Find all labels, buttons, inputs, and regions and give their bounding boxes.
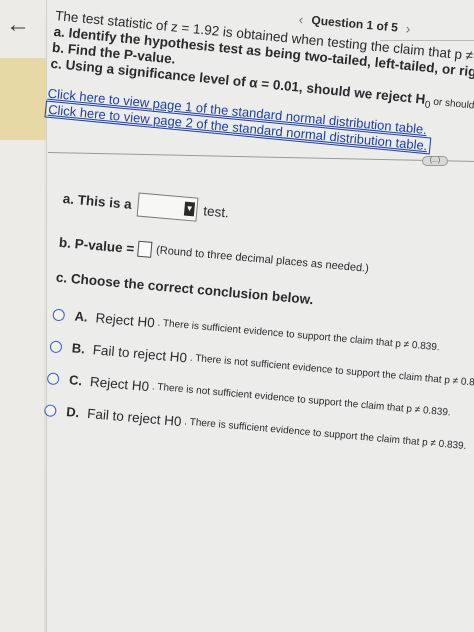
p-value-input[interactable] — [137, 240, 153, 258]
h0-subscript: 0 — [173, 413, 183, 430]
part-a-label: a. This is a — [62, 190, 133, 212]
radio-button[interactable] — [46, 371, 60, 385]
option-letter: A. — [74, 308, 89, 325]
tail-type-dropdown[interactable]: ▼ — [136, 192, 199, 222]
radio-button[interactable] — [43, 403, 57, 417]
chevron-left-icon[interactable]: ‹ — [298, 11, 304, 27]
back-arrow-icon[interactable]: ← — [6, 13, 30, 37]
highlight-band — [0, 58, 52, 140]
h0-subscript: 0 — [178, 349, 188, 366]
option-letter: D. — [65, 404, 80, 421]
answer-area: a. This is a ▼ test. b. P-value = (Round… — [43, 186, 474, 454]
option-letter: C. — [68, 372, 83, 389]
part-a-suffix: test. — [202, 202, 230, 220]
h0-subscript: 0 — [140, 378, 150, 395]
page-background: ← ‹ Question 1 of 5 › The test statistic… — [0, 0, 474, 632]
radio-button[interactable] — [49, 339, 63, 353]
more-button[interactable]: (...) — [422, 156, 448, 166]
dropdown-arrow-icon[interactable]: ▼ — [183, 201, 196, 217]
question-counter: Question 1 of 5 — [310, 13, 399, 35]
radio-button[interactable] — [52, 308, 66, 322]
option-letter: B. — [71, 340, 86, 357]
h0-subscript: 0 — [146, 314, 156, 331]
